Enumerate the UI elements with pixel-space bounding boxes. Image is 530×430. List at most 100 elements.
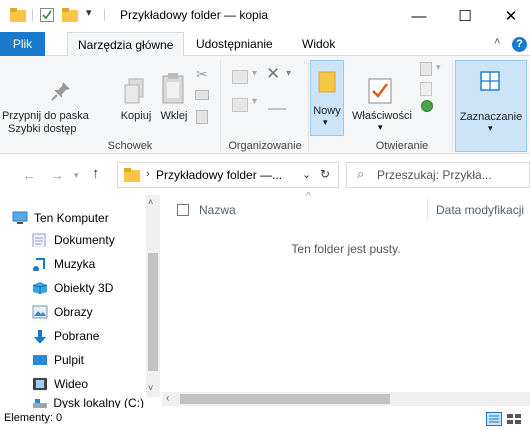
- address-bar[interactable]: › Przykładowy folder —... ⌄ ↻: [117, 162, 339, 188]
- delete-icon[interactable]: ✕: [266, 64, 280, 84]
- back-button[interactable]: ←: [22, 167, 36, 183]
- sidebar-item-label: Ten Komputer: [34, 211, 109, 225]
- move-to-dropdown-icon[interactable]: ▾: [252, 68, 257, 79]
- sidebar-item-3d-objects[interactable]: Obiekty 3D: [32, 277, 113, 299]
- rename-icon[interactable]: [268, 98, 286, 110]
- paste-icon: [162, 73, 184, 104]
- maximize-button[interactable]: ☐: [442, 0, 488, 32]
- help-icon[interactable]: ?: [512, 37, 527, 52]
- cut-icon[interactable]: ✂: [196, 66, 208, 83]
- item-count: Elementy: 0: [4, 412, 63, 424]
- window-title: Przykładowy folder — kopia: [120, 8, 269, 22]
- copy-icon: [124, 78, 144, 104]
- refresh-icon[interactable]: ↻: [320, 167, 330, 181]
- column-header-name[interactable]: Nazwa: [199, 203, 236, 217]
- new-folder-qat-icon[interactable]: [62, 8, 78, 22]
- large-icons-view-icon[interactable]: [506, 412, 522, 426]
- column-header-date-modified[interactable]: Data modyfikacji: [436, 203, 524, 217]
- sidebar-item-pictures[interactable]: Obrazy: [32, 301, 93, 323]
- tab-file[interactable]: Plik: [0, 32, 45, 56]
- sidebar-item-documents[interactable]: Dokumenty: [32, 229, 115, 251]
- sidebar-item-videos[interactable]: Wideo: [32, 373, 88, 395]
- close-icon: ✕: [504, 8, 518, 25]
- copy-to-dropdown-icon[interactable]: ▾: [252, 96, 257, 107]
- select-all-checkbox[interactable]: [177, 204, 189, 216]
- copy-button[interactable]: Kopiuj: [116, 110, 156, 123]
- scrollbar-thumb[interactable]: [148, 253, 158, 371]
- ribbon-separator: [452, 60, 453, 152]
- title-divider: [104, 9, 105, 21]
- search-placeholder: Przeszukaj: Przykła...: [377, 168, 492, 182]
- open-icon[interactable]: [420, 62, 432, 76]
- copy-path-icon[interactable]: [195, 90, 209, 100]
- select-button[interactable]: Zaznaczanie ▾: [455, 60, 527, 152]
- close-button[interactable]: ✕: [488, 0, 530, 32]
- group-open-label: Otwieranie: [375, 140, 429, 152]
- copy-to-icon[interactable]: [232, 98, 248, 112]
- music-icon: [33, 258, 45, 271]
- paste-shortcut-icon[interactable]: [196, 110, 208, 124]
- sidebar-item-label: Obiekty 3D: [54, 281, 114, 295]
- new-dropdown-icon: ▾: [323, 117, 328, 127]
- column-divider[interactable]: [427, 199, 428, 219]
- ribbon-separator: [308, 60, 309, 152]
- objects3d-icon: [32, 282, 48, 294]
- downloads-icon: [34, 330, 46, 343]
- sidebar-item-label: Obrazy: [54, 305, 93, 319]
- sidebar-item-label: Dokumenty: [54, 233, 115, 247]
- ribbon: Przypnij do paska Szybki dostęp Kopiuj W…: [0, 56, 530, 154]
- file-list[interactable]: Nazwa ^ Data modyfikacji Ten folder jest…: [162, 191, 530, 395]
- properties-dropdown-icon[interactable]: ▾: [378, 122, 383, 133]
- large-icons-glyph: [507, 414, 521, 424]
- sidebar-item-music[interactable]: Muzyka: [32, 253, 95, 275]
- sidebar-item-downloads[interactable]: Pobrane: [32, 325, 99, 347]
- delete-dropdown-icon[interactable]: ▾: [286, 68, 291, 79]
- select-icon: [480, 71, 500, 91]
- tab-home[interactable]: Narzędzia główne: [67, 32, 185, 57]
- history-icon[interactable]: [421, 100, 433, 112]
- empty-folder-message: Ten folder jest pusty.: [291, 242, 401, 256]
- pin-quick-access-button[interactable]: Przypnij do paska Szybki dostęp: [2, 110, 122, 136]
- tab-share[interactable]: Udostępnianie: [186, 32, 283, 56]
- paste-button[interactable]: Wklej: [157, 110, 191, 123]
- minimize-button[interactable]: —: [396, 0, 442, 32]
- scroll-up-icon[interactable]: ˄: [148, 197, 153, 207]
- minimize-icon: —: [411, 7, 427, 25]
- search-icon: ⌕: [357, 166, 365, 181]
- ribbon-separator: [220, 60, 221, 152]
- desktop-icon: [33, 355, 47, 365]
- sort-ascending-icon: ^: [306, 191, 311, 202]
- sidebar-item-label: Muzyka: [54, 257, 96, 271]
- sidebar-item-this-pc[interactable]: Ten Komputer: [12, 207, 109, 229]
- horizontal-scrollbar-thumb[interactable]: [180, 394, 390, 404]
- new-button[interactable]: Nowy ▾: [310, 60, 344, 136]
- tab-view[interactable]: Widok: [292, 32, 345, 56]
- properties-qat-icon[interactable]: [40, 8, 54, 22]
- nav-pane-scrollbar[interactable]: ˄ ˅: [146, 195, 160, 397]
- details-view-icon[interactable]: [486, 412, 502, 426]
- navigation-pane: Ten Komputer Dokumenty Muzyka Obiekty 3D…: [0, 195, 160, 410]
- up-button[interactable]: ↑: [92, 165, 100, 182]
- scroll-down-icon[interactable]: ˅: [148, 383, 153, 393]
- open-dropdown-icon[interactable]: ▾: [436, 62, 441, 73]
- select-dropdown-icon: ▾: [488, 123, 493, 133]
- properties-icon: [368, 78, 392, 104]
- recent-locations-icon[interactable]: ▾: [74, 170, 79, 181]
- edit-icon[interactable]: [420, 82, 432, 96]
- breadcrumb[interactable]: Przykładowy folder —...: [156, 168, 282, 182]
- scroll-left-icon[interactable]: ‹: [166, 393, 169, 404]
- file-list-horizontal-scrollbar[interactable]: ‹: [162, 392, 530, 406]
- qat-divider: [32, 9, 33, 21]
- address-dropdown-icon[interactable]: ⌄: [302, 168, 311, 181]
- maximize-icon: ☐: [458, 8, 472, 25]
- move-to-icon[interactable]: [232, 70, 248, 84]
- group-clipboard-label: Schowek: [107, 140, 153, 152]
- search-input[interactable]: ⌕ Przeszukaj: Przykła...: [346, 162, 530, 188]
- forward-button[interactable]: →: [50, 167, 64, 183]
- qat-customize-icon[interactable]: ▾: [86, 6, 92, 19]
- new-folder-icon: [318, 71, 336, 93]
- ribbon-tabs: Plik Narzędzia główne Udostępnianie Wido…: [0, 32, 530, 57]
- sidebar-item-desktop[interactable]: Pulpit: [32, 349, 84, 371]
- collapse-ribbon-icon[interactable]: ˄: [494, 36, 500, 48]
- pictures-icon: [32, 305, 48, 319]
